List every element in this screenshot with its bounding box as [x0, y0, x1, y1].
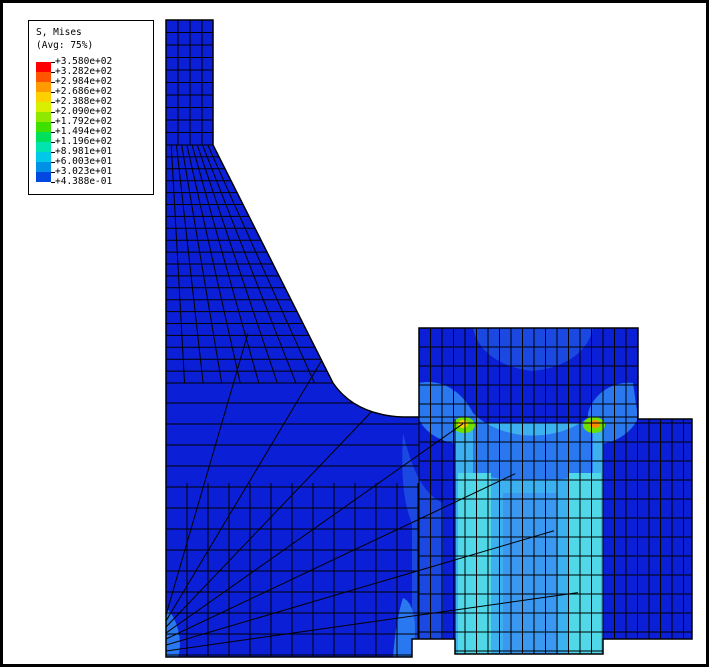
- legend-value: +4.388e-01: [55, 176, 113, 187]
- legend-swatch: [36, 172, 51, 182]
- legend-swatch: [36, 122, 51, 132]
- legend-swatch: [36, 162, 51, 172]
- legend-swatch: [36, 112, 51, 122]
- stress-region-shaft-left-band: [458, 473, 491, 654]
- legend-swatch: [36, 62, 51, 72]
- legend-swatch: [36, 142, 51, 152]
- part-body: [166, 20, 692, 657]
- legend-swatch: [36, 152, 51, 162]
- legend-swatch: [36, 102, 51, 112]
- legend-averaging: (Avg: 75%): [36, 40, 94, 51]
- legend-swatch: [36, 72, 51, 82]
- legend-variable: S, Mises: [36, 27, 82, 38]
- legend-swatch: [36, 82, 51, 92]
- legend-swatch: [36, 132, 51, 142]
- figure-frame: S, Mises (Avg: 75%) +3.580e+02 +3.282e+02…: [0, 0, 709, 667]
- contour-legend: S, Mises (Avg: 75%) +3.580e+02 +3.282e+02…: [28, 20, 154, 195]
- stress-region-shaft-right-band: [568, 473, 601, 654]
- legend-swatch: [36, 92, 51, 102]
